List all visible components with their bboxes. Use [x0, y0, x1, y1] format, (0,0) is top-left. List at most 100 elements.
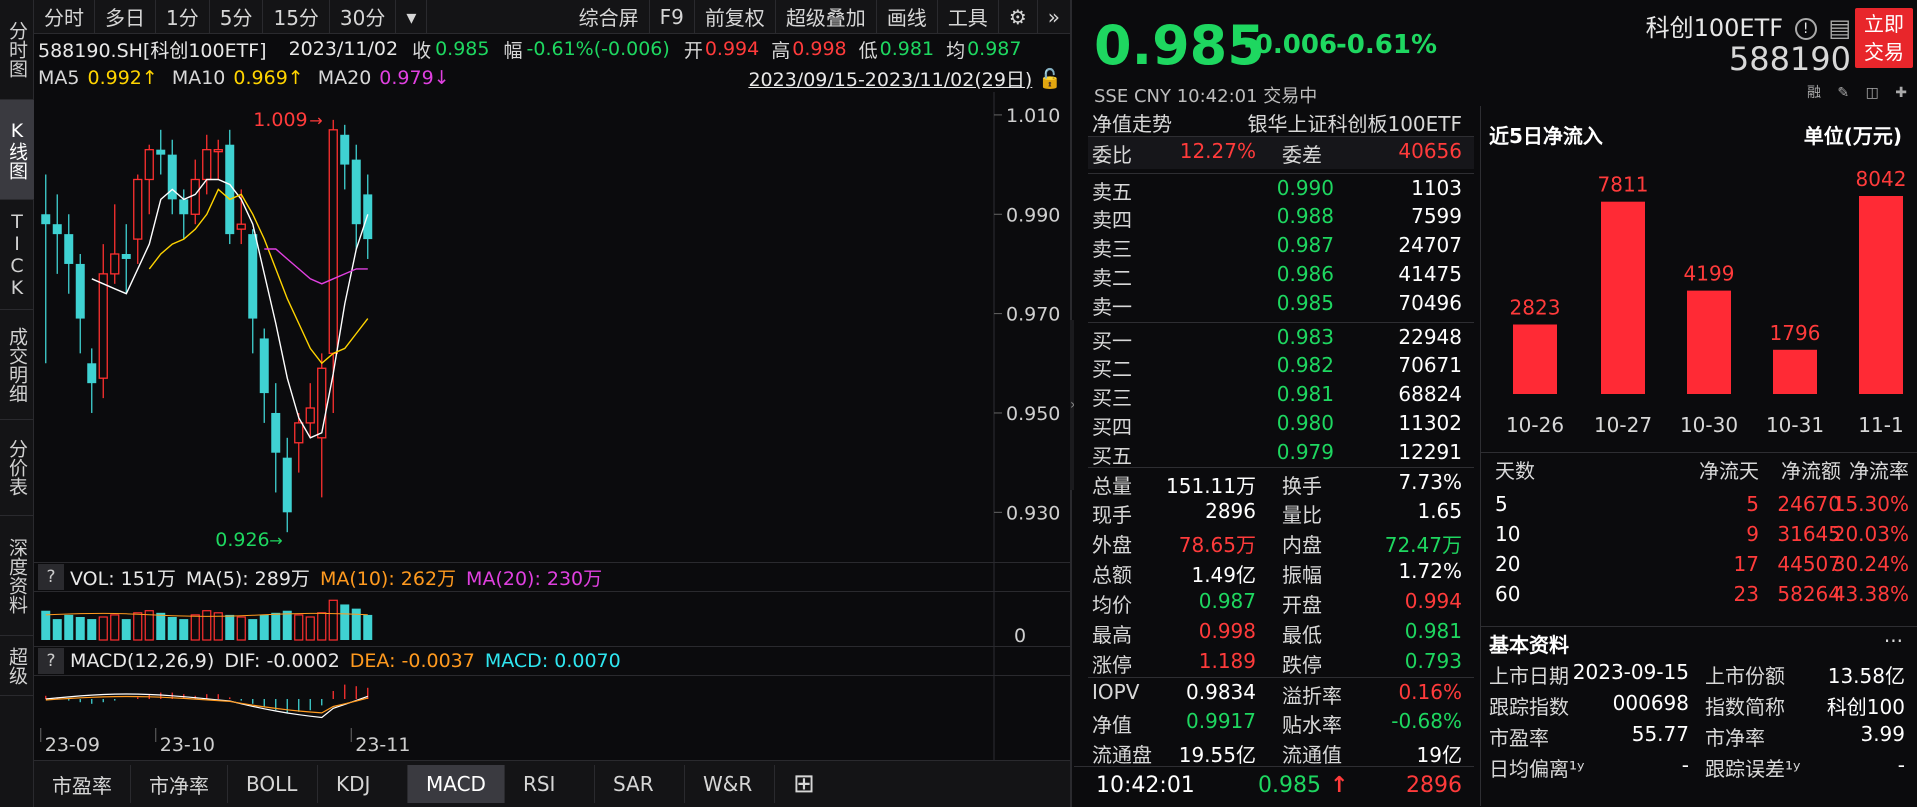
candle-body [110, 253, 120, 275]
basic-value: 55.77 [1631, 722, 1689, 746]
basic-row: 上市日期 2023-09-15 上市份额 13.58亿 [1481, 658, 1917, 688]
vtab-5[interactable]: 深度资料 [0, 516, 34, 636]
tool-button-2[interactable]: 前复权 [695, 0, 776, 34]
nav-row[interactable]: 净值走势 银华上证科创板100ETF [1088, 106, 1474, 136]
indicator-tab-6[interactable]: SAR [595, 765, 685, 803]
volume-bar [259, 614, 269, 640]
period-tab-0[interactable]: 分时 [34, 0, 95, 34]
basic-title: 基本资料 [1489, 633, 1569, 657]
ask-level-4[interactable]: 卖二 0.986 41475 [1088, 260, 1474, 290]
volume-bar [328, 599, 338, 641]
bid-level-4[interactable]: 买四 0.980 11302 [1088, 409, 1474, 439]
gear-icon[interactable]: ⚙ [999, 0, 1038, 34]
bid-level-2[interactable]: 买二 0.982 70671 [1088, 351, 1474, 381]
tick-volume: 2896 [1406, 773, 1462, 798]
nav-label[interactable]: 净值走势 [1092, 108, 1172, 137]
vtab-3[interactable]: 成交明细 [0, 310, 34, 420]
level-label: 卖四 [1092, 208, 1132, 232]
more-icon[interactable]: ··· [1884, 629, 1903, 653]
row-label-2: 贴水率 [1282, 713, 1342, 737]
volume-bar [282, 610, 292, 640]
indicator-tab-0[interactable]: 市盈率 [34, 765, 131, 803]
high-label: 高 [771, 39, 791, 62]
indicator-tab-7[interactable]: W&R [685, 765, 775, 803]
net-inflow-bar-chart: 2823 10-26 7811 10-27 4199 10-30 1796 10-31 8042… [1506, 167, 1907, 437]
flow-cell: 58264 [1777, 582, 1841, 606]
volume-bar [294, 614, 304, 641]
vol-zero-label: 0 [1014, 625, 1026, 647]
indicator-tab-4[interactable]: MACD [408, 765, 505, 803]
row-label-2: 开盘 [1282, 593, 1322, 617]
indicator-tab-3[interactable]: KDJ [318, 765, 408, 803]
tool-button-4[interactable]: 画线 [877, 0, 938, 34]
x-tick-label: 23-11 [355, 734, 410, 756]
volume-bar [121, 619, 131, 640]
volume-bar [236, 616, 246, 641]
help-icon[interactable]: ? [38, 564, 64, 590]
stat2-row: 流通盘 19.55亿 流通值 19亿 [1088, 737, 1474, 767]
indicator-tab-1[interactable]: 市净率 [131, 765, 228, 803]
row-value-2: 0.994 [1404, 589, 1462, 613]
ask-level-1[interactable]: 卖五 0.990 1103 [1088, 173, 1474, 204]
ask-level-3[interactable]: 卖三 0.987 24707 [1088, 231, 1474, 261]
period-tab-2[interactable]: 1分 [156, 0, 210, 34]
vtab-1[interactable]: K线图 [0, 100, 34, 200]
flow-cell: 20.03% [1832, 522, 1909, 546]
level-volume: 70671 [1398, 353, 1462, 377]
vtab-2[interactable]: TICK [0, 200, 34, 310]
row-value-2: -0.68% [1391, 709, 1462, 733]
indicator-tab-2[interactable]: BOLL [228, 765, 318, 803]
min-arrow-icon: → [269, 531, 282, 550]
tool-button-5[interactable]: 工具 [938, 0, 999, 34]
candle-body [179, 199, 189, 215]
flow-table-row: 5 5 24670 15.30% [1481, 490, 1917, 520]
row-label: 委比 [1092, 143, 1132, 167]
row-label: 最高 [1092, 623, 1132, 647]
tool-button-1[interactable]: F9 [650, 0, 695, 34]
vtab-4[interactable]: 分价表 [0, 420, 34, 516]
expand-icon[interactable]: » [1038, 0, 1070, 34]
notes-icon[interactable]: ▤ [1828, 14, 1851, 42]
bid-level-1[interactable]: 买一 0.983 22948 [1088, 322, 1474, 353]
info-icon[interactable]: ! [1794, 18, 1817, 40]
period-tab-6[interactable]: ▾ [396, 0, 428, 34]
tool-button-0[interactable]: 综合屏 [569, 0, 650, 34]
row-value-2: 0.16% [1398, 680, 1462, 704]
tick-time: 10:42:01 [1096, 773, 1195, 798]
ask-level-5[interactable]: 卖一 0.985 70496 [1088, 289, 1474, 319]
period-tab-3[interactable]: 5分 [210, 0, 264, 34]
row-value: 12.27% [1179, 139, 1256, 163]
candle-body [213, 149, 223, 153]
ma10-value: 0.969↑ [233, 67, 304, 89]
toolbar-mini-icons[interactable]: 融 ✎ ◫ ✚ [1807, 82, 1913, 102]
volume-bar [64, 614, 74, 640]
date-range-selector[interactable]: 2023/09/15-2023/11/02(29日) [748, 65, 1032, 92]
level-price: 0.979 [1276, 440, 1334, 464]
bid-level-3[interactable]: 买三 0.981 68824 [1088, 380, 1474, 410]
row-label-2: 委差 [1282, 143, 1322, 167]
bid-level-5[interactable]: 买五 0.979 12291 [1088, 438, 1474, 468]
vtab-0[interactable]: 分时图 [0, 0, 34, 100]
candle-body [271, 412, 281, 453]
lock-icon[interactable]: 🔓 [1038, 67, 1062, 90]
candle-body [121, 254, 131, 259]
low-label: 低 [858, 39, 878, 62]
indicator-tab-5[interactable]: RSI [505, 765, 595, 803]
vtab-6[interactable]: 超级 [0, 636, 34, 696]
period-tab-5[interactable]: 30分 [330, 0, 397, 34]
level-volume: 22948 [1398, 325, 1462, 349]
open-label: 开 [683, 39, 703, 62]
period-tab-1[interactable]: 多日 [95, 0, 156, 34]
level-volume: 11302 [1398, 411, 1462, 435]
row-value: 0.9834 [1186, 680, 1256, 704]
tool-button-3[interactable]: 超级叠加 [776, 0, 877, 34]
help-icon[interactable]: ? [38, 648, 64, 674]
trade-now-button[interactable]: 立即交易 [1855, 8, 1913, 68]
period-tab-4[interactable]: 15分 [263, 0, 330, 34]
basic-label-2: 市净率 [1705, 726, 1765, 750]
macd-value: MACD: 0.0070 [484, 650, 621, 672]
row-value: 1.189 [1198, 649, 1256, 673]
level-price: 0.985 [1276, 291, 1334, 315]
indicator-tab-8[interactable]: ⊞ [775, 765, 833, 803]
ask-level-2[interactable]: 卖四 0.988 7599 [1088, 202, 1474, 232]
